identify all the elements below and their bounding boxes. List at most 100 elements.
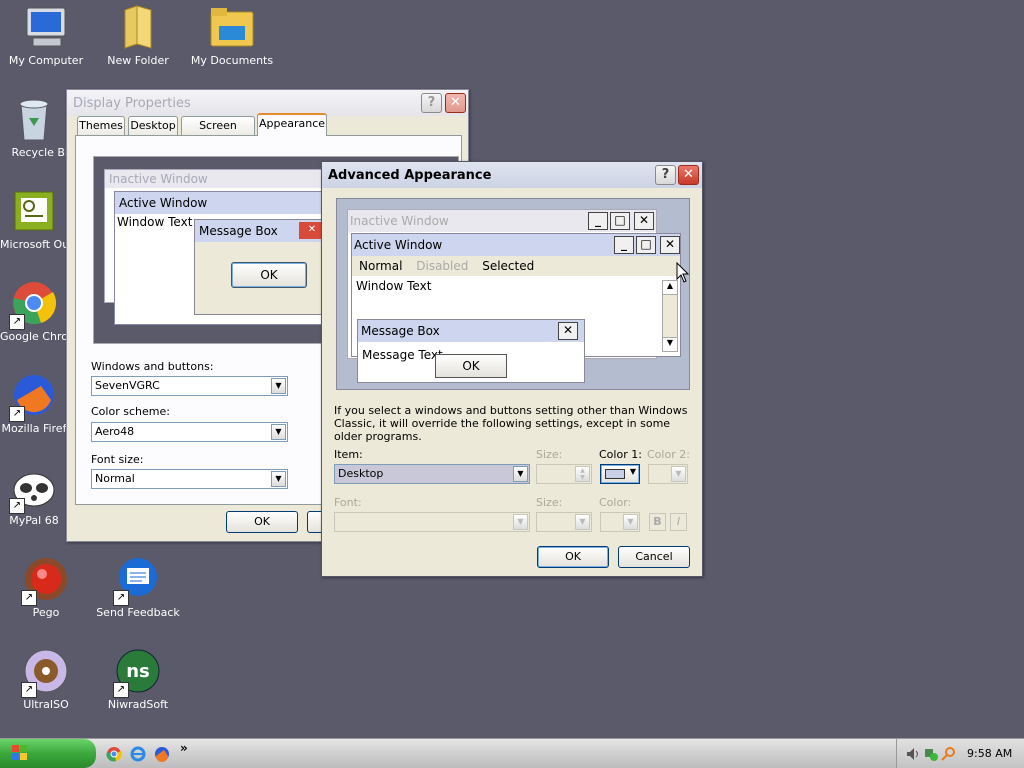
chevron-down-icon: ▼	[623, 514, 638, 530]
system-tray: 9:58 AM	[896, 739, 1024, 768]
tab-appearance[interactable]: Appearance	[257, 113, 327, 136]
font-size-select[interactable]: Normal ▼	[91, 469, 288, 489]
close-icon: ✕	[634, 212, 654, 230]
size-label: Size:	[536, 448, 563, 461]
chevron-down-icon: ▼	[671, 466, 686, 482]
preview-message-text: Message Text	[362, 348, 443, 362]
quicklaunch-chevron[interactable]: »	[180, 741, 188, 755]
preview-inactive-title: Inactive Window _ □ ✕	[348, 210, 656, 232]
ultraiso-icon: ↗	[21, 648, 69, 698]
close-button[interactable]: ✕	[678, 165, 699, 185]
desktop-icon-my-documents[interactable]: My Documents	[186, 4, 278, 67]
ok-button[interactable]: OK	[537, 546, 609, 568]
search-icon[interactable]	[941, 746, 957, 762]
taskbar: » 9:58 AM	[0, 738, 1024, 768]
desktop-icon-label: My Documents	[190, 54, 274, 67]
feedback-icon: ↗	[113, 556, 161, 606]
windows-logo-icon	[12, 745, 28, 761]
title-bar[interactable]: Advanced Appearance ? ✕	[322, 162, 702, 188]
color1-picker[interactable]: ▼	[600, 464, 640, 484]
chevron-down-icon[interactable]: ▼	[513, 466, 528, 482]
niwradsoft-icon: ns ↗	[113, 648, 161, 698]
desktop-icon-label: Send Feedback	[96, 606, 180, 619]
desktop-icon-outlook[interactable]: Microsoft Out	[0, 188, 68, 251]
minimize-icon: _	[588, 212, 608, 230]
desktop-icon-send-feedback[interactable]: ↗ Send Feedback	[92, 556, 184, 619]
desktop-icon-firefox[interactable]: ↗ Mozilla Firef	[0, 372, 68, 435]
clock[interactable]: 9:58 AM	[967, 747, 1012, 760]
chevron-down-icon: ▼	[629, 467, 636, 476]
windows-buttons-label: Windows and buttons:	[91, 360, 214, 373]
color-scheme-select[interactable]: Aero48 ▼	[91, 422, 288, 442]
desktop-icon-label: My Computer	[8, 54, 84, 67]
network-icon[interactable]	[923, 746, 939, 762]
shortcut-arrow-icon: ↗	[9, 406, 25, 422]
close-icon: ✕	[558, 322, 578, 340]
desktop-icon-pego[interactable]: ↗ Pego	[0, 556, 92, 619]
advanced-preview: Inactive Window _ □ ✕ Active Window _ □ …	[336, 198, 690, 390]
shortcut-arrow-icon: ↗	[9, 498, 25, 514]
desktop-icon-label: Mozilla Firef	[1, 422, 67, 435]
preview-ok-button: OK	[435, 354, 507, 378]
documents-folder-icon	[209, 4, 255, 50]
minimize-icon: _	[614, 236, 634, 254]
preview-inactive-title: Inactive Window	[105, 170, 323, 188]
shortcut-arrow-icon: ↗	[113, 682, 129, 698]
color-scheme-label: Color scheme:	[91, 405, 170, 418]
item-select[interactable]: Desktop ▼	[334, 464, 530, 484]
chevron-down-icon[interactable]: ▼	[271, 424, 286, 440]
tab-screen-saver[interactable]: Screen Saver	[181, 116, 255, 150]
desktop-icon-my-computer[interactable]: My Computer	[0, 4, 92, 67]
volume-icon[interactable]	[905, 746, 921, 762]
desktop-icon-label: Recycle Bi	[11, 146, 68, 159]
cancel-button[interactable]: Cancel	[618, 546, 690, 568]
preview-message-title: Message Box ✕	[358, 320, 584, 342]
desktop-icon-label: Pego	[32, 606, 60, 619]
help-button[interactable]: ?	[421, 93, 442, 113]
windows-buttons-select[interactable]: SevenVGRC ▼	[91, 376, 288, 396]
desktop-icon-label: UltraISO	[23, 698, 69, 711]
shortcut-arrow-icon: ↗	[21, 590, 37, 606]
color2-picker: ▼	[648, 464, 688, 484]
desktop-icon-label: Google Chro	[0, 330, 68, 343]
firefox-quicklaunch-icon[interactable]	[154, 746, 170, 762]
start-button[interactable]	[0, 739, 96, 768]
ie-quicklaunch-icon[interactable]	[130, 746, 146, 762]
shortcut-arrow-icon: ↗	[21, 682, 37, 698]
desktop-icon-ultraiso[interactable]: ↗ UltraISO	[0, 648, 92, 711]
desktop-icon-new-folder[interactable]: New Folder	[92, 4, 184, 67]
desktop-icon-label: Microsoft Out	[0, 238, 68, 251]
ok-button[interactable]: OK	[226, 511, 298, 533]
color1-swatch	[605, 469, 625, 479]
desktop-icon-chrome[interactable]: ↗ Google Chro	[0, 280, 68, 343]
preview-window-text: Window Text	[356, 279, 432, 293]
font-select: ▼	[334, 512, 530, 532]
tab-desktop[interactable]: Desktop	[128, 116, 178, 135]
desktop-icon-recycle-bin[interactable]: Recycle Bi	[0, 96, 68, 159]
bold-button: B	[649, 513, 666, 531]
mouse-cursor-icon	[676, 261, 690, 284]
maximize-icon: □	[636, 236, 656, 254]
font-size-select: ▼	[536, 512, 592, 532]
scroll-up-icon: ▲	[663, 281, 677, 295]
desktop-icon-label: MyPal 68	[9, 514, 59, 527]
desktop-icon-niwradsoft[interactable]: ns ↗ NiwradSoft	[92, 648, 184, 711]
close-button[interactable]: ✕	[445, 93, 466, 113]
shortcut-arrow-icon: ↗	[113, 590, 129, 606]
info-text: If you select a windows and buttons sett…	[334, 404, 688, 443]
close-icon: ✕	[660, 236, 680, 254]
preview-active-title: Active Window	[115, 192, 325, 214]
item-label: Item:	[334, 448, 363, 461]
desktop-icon-label: NiwradSoft	[107, 698, 169, 711]
font-label: Font:	[334, 496, 362, 509]
chrome-icon: ↗	[9, 280, 57, 330]
tab-themes[interactable]: Themes	[77, 116, 125, 135]
desktop-icon-mypal[interactable]: ↗ MyPal 68	[0, 464, 68, 527]
color2-label: Color 2:	[647, 448, 690, 461]
help-button[interactable]: ?	[655, 165, 676, 185]
font-color-label: Color:	[599, 496, 632, 509]
chevron-down-icon[interactable]: ▼	[271, 378, 286, 394]
desktop-icon-label: New Folder	[107, 54, 169, 67]
chrome-quicklaunch-icon[interactable]	[106, 746, 122, 762]
chevron-down-icon[interactable]: ▼	[271, 471, 286, 487]
